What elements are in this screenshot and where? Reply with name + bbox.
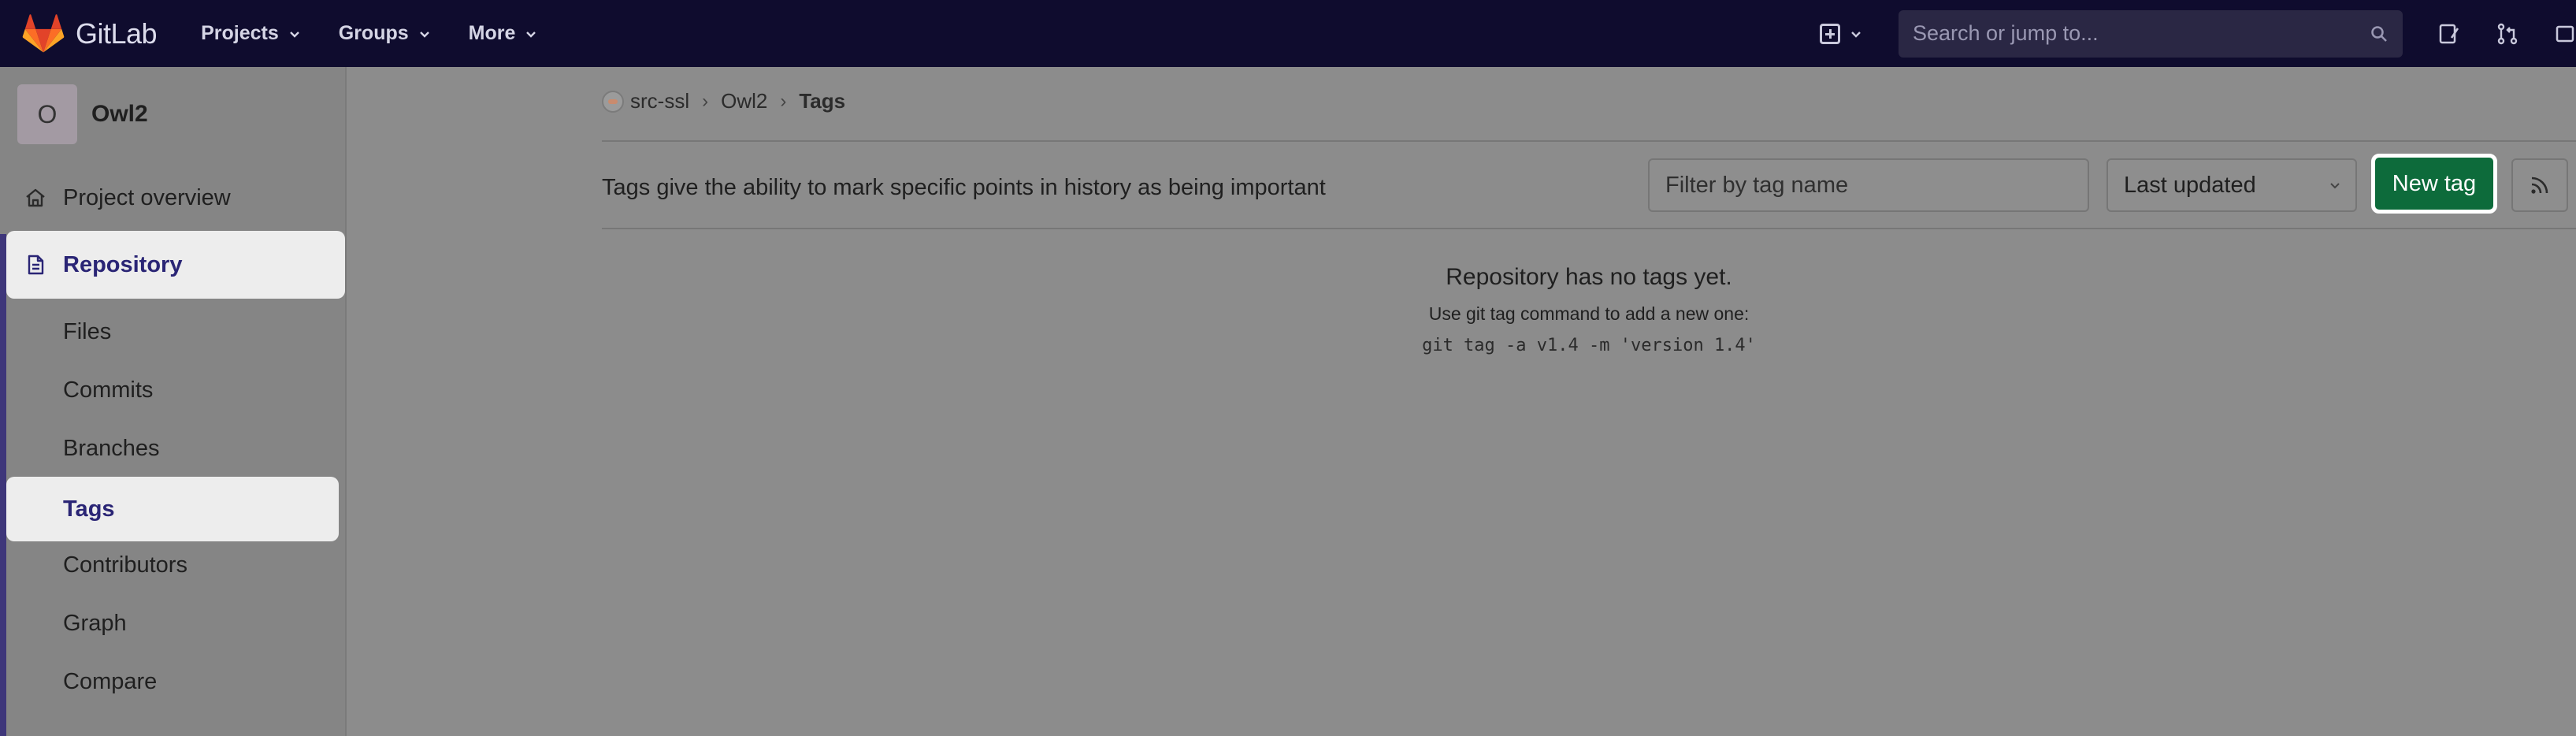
divider [602, 140, 2576, 142]
chevron-down-icon [2330, 183, 2340, 189]
chevron-down-icon [526, 31, 536, 38]
search-input[interactable] [1913, 21, 2370, 46]
search-icon [2371, 25, 2387, 42]
todo-icon[interactable] [2554, 22, 2576, 46]
sidebar-subitem-files[interactable]: Files [63, 319, 111, 345]
empty-state-title: Repository has no tags yet. [1446, 264, 1732, 290]
projects-menu-label: Projects [201, 22, 279, 44]
filter-tags-input[interactable] [1648, 158, 2089, 212]
navbar-right [1820, 0, 2576, 67]
project-sidebar: O Owl2 Project overview Repository Files… [0, 67, 347, 736]
new-item-dropdown[interactable] [1820, 23, 1862, 44]
sidebar-subitem-compare[interactable]: Compare [63, 669, 157, 695]
empty-state-hint: Use git tag command to add a new one: [1428, 303, 1750, 324]
project-name: Owl2 [91, 101, 148, 127]
sidebar-subitem-graph[interactable]: Graph [63, 611, 127, 637]
brand-name: GitLab [76, 17, 158, 50]
gitlab-logo[interactable]: GitLab [22, 13, 158, 54]
issues-icon[interactable] [2437, 22, 2461, 46]
search-box[interactable] [1899, 9, 2403, 58]
gitlab-fox-icon [22, 13, 65, 53]
project-avatar: O [17, 84, 77, 144]
projects-menu[interactable]: Projects [201, 22, 301, 45]
chevron-down-icon [419, 31, 429, 38]
rss-icon [2531, 177, 2548, 194]
chevron-down-icon [1851, 31, 1861, 38]
tags-description: Tags give the ability to mark specific p… [602, 175, 1326, 200]
more-menu-label: More [468, 22, 516, 44]
groups-menu[interactable]: Groups [339, 22, 431, 45]
sidebar-item-label: Repository [63, 251, 183, 277]
breadcrumb-project[interactable]: Owl2 [721, 89, 767, 113]
rss-feed-button[interactable] [2511, 158, 2568, 212]
sort-dropdown[interactable]: Last updated [2106, 158, 2357, 212]
chevron-down-icon [289, 31, 299, 38]
more-menu[interactable]: More [469, 22, 538, 45]
sidebar-item-repository[interactable]: Repository [6, 231, 345, 299]
main-nav-menu: Projects Groups More [201, 22, 575, 45]
sidebar-item-label: Project overview [63, 184, 231, 210]
project-header[interactable]: O Owl2 [17, 84, 148, 144]
sort-selected-label: Last updated [2124, 172, 2256, 198]
document-icon [28, 255, 44, 275]
main-content: src-ssl › Owl2 › Tags Tags give the abil… [348, 67, 2576, 736]
group-avatar-icon [602, 90, 624, 113]
sidebar-subitem-commits[interactable]: Commits [63, 377, 153, 403]
sidebar-item-project-overview[interactable]: Project overview [0, 169, 347, 227]
empty-state-command: git tag -a v1.4 -m 'version 1.4' [1422, 336, 1756, 355]
breadcrumb-separator-icon: › [702, 90, 709, 112]
top-navbar: GitLab Projects Groups More [0, 0, 2576, 67]
breadcrumb-current[interactable]: Tags [799, 89, 845, 113]
empty-state: Repository has no tags yet. Use git tag … [602, 264, 2576, 355]
divider [602, 228, 2576, 229]
sidebar-subitem-contributors[interactable]: Contributors [63, 552, 187, 578]
breadcrumb: src-ssl › Owl2 › Tags [602, 89, 845, 113]
sidebar-active-accent [0, 234, 6, 736]
plus-square-icon [1820, 23, 1840, 44]
sidebar-subitem-branches[interactable]: Branches [63, 436, 160, 462]
sidebar-subitem-tags[interactable]: Tags [6, 477, 339, 541]
merge-request-icon[interactable] [2496, 22, 2519, 46]
breadcrumb-group[interactable]: src-ssl [630, 89, 689, 113]
home-icon [26, 188, 45, 207]
groups-menu-label: Groups [338, 22, 409, 44]
breadcrumb-separator-icon: › [780, 90, 787, 112]
new-tag-button[interactable]: New tag [2371, 154, 2497, 214]
